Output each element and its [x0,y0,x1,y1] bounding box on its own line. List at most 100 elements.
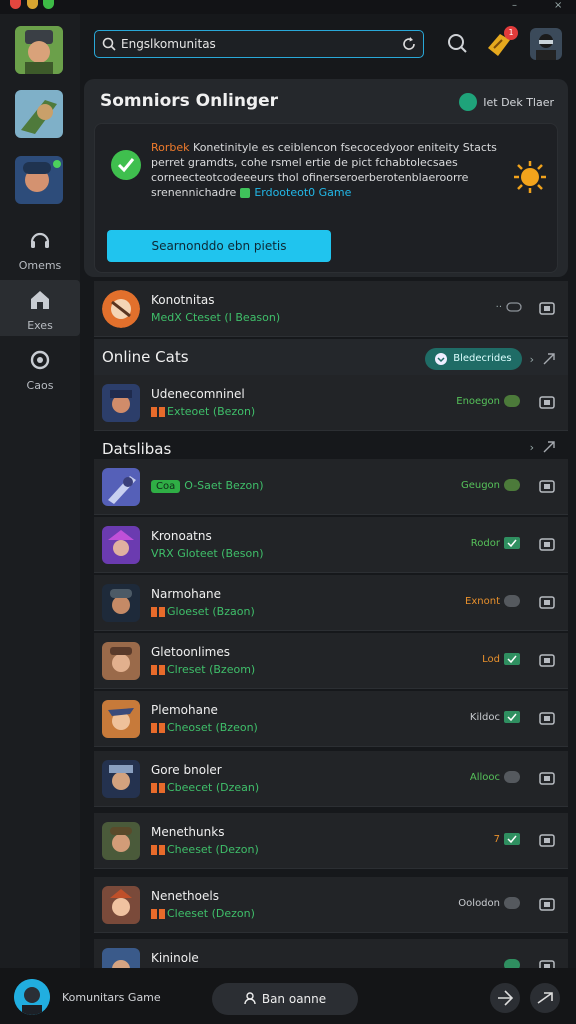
list-item[interactable]: Gore bnoler Cbeecet (Dzean) Allooc [94,751,568,807]
expand-icon[interactable]: › [530,353,534,366]
minimize-window-dot[interactable] [27,0,38,9]
item-subtitle-text: Cheoset (Bzeon) [167,721,258,734]
join-icon[interactable] [538,769,556,787]
section-title: Online Cats [102,348,189,366]
minimize-button[interactable]: – [512,0,517,12]
join-icon[interactable] [538,393,556,411]
join-icon[interactable] [538,535,556,553]
header: Engslkomunitas 1 [80,14,576,74]
refresh-icon[interactable] [401,36,417,52]
filter-pill-button[interactable]: Bledecrides [425,348,522,370]
list-item[interactable]: Menethunks Cheeset (Dezon) 7 [94,813,568,869]
join-icon[interactable] [538,709,556,727]
status-card: Somniors Onlinger Iet Dek Tlaer Rorbek K… [84,79,568,277]
status-text: Geugon [460,479,500,491]
status-text: Kildoc [469,711,500,723]
list-item[interactable]: Udenecomninel Exteoet (Bezon) Enoegon [94,375,568,431]
rank-tag [159,783,165,793]
home-icon [31,291,49,309]
more-icon: ·· [495,301,502,313]
footer-action-button[interactable]: Ban oanne [212,983,358,1015]
list-item[interactable]: Nenethoels Cleeset (Dezon) Oolodon [94,877,568,933]
list-item[interactable]: Kininole [94,939,568,968]
rank-tag [159,607,165,617]
item-subtitle-text: O-Saet Bezon) [184,479,264,492]
check-circle-icon [111,150,141,180]
sun-icon [514,161,546,193]
card-link[interactable]: Erdooteot0 Game [254,186,351,199]
avatar [102,760,140,798]
toggle-icon [459,93,478,111]
status-chip [504,959,520,968]
status-chip [504,897,520,909]
list-item[interactable]: Coa O-Saet Bezon) Geugon [94,459,568,515]
character-portrait-icon [15,90,63,138]
footer: Komunitars Game Ban oanne [0,968,576,1024]
character-portrait-icon [102,584,140,622]
character-portrait-icon [15,156,63,204]
item-subtitle: VRX Gloteet (Beson) [151,547,264,560]
item-subtitle-text: Cbeecet (Dzean) [167,781,260,794]
item-subtitle: Gloeset (Bzaon) [151,605,255,618]
close-window-dot[interactable] [10,0,21,9]
status-text: Enoegon [456,395,500,407]
arrow-icon[interactable] [542,440,556,454]
expand-icon[interactable]: › [530,441,534,454]
close-button[interactable]: × [554,0,562,12]
list-item[interactable]: Plemohane Cheoset (Bzeon) Kildoc [94,691,568,747]
item-status: Lod [482,653,520,665]
list-item[interactable]: Konotnitas MedX Cteset (I Beason) ·· [94,281,568,337]
sidebar-item-omems[interactable]: Omems [0,220,80,276]
arrow-icon[interactable] [542,352,556,366]
character-portrait-icon [102,700,140,738]
user-avatar[interactable] [14,979,50,1015]
notification-badge: 1 [504,26,518,40]
avatar [102,948,140,968]
plane-button[interactable] [490,983,520,1013]
list-item[interactable]: Gletoonlimes Clreset (Bzeom) Lod [94,633,568,689]
join-icon[interactable] [538,593,556,611]
join-icon[interactable] [538,831,556,849]
item-status: Oolodon [458,897,520,909]
join-icon[interactable] [538,477,556,495]
avatar [102,642,140,680]
game-avatar-3[interactable] [15,156,63,204]
item-name: Konotnitas [151,293,215,307]
maximize-window-dot[interactable] [43,0,54,9]
card-body: Rorbek Konetinityle es ceiblencon fsecoc… [94,123,558,273]
game-avatar-2[interactable] [15,90,63,138]
send-button[interactable] [530,983,560,1013]
primary-action-button[interactable]: Searnonddo ebn pietis [107,230,331,262]
character-portrait-icon [102,384,140,422]
user-icon [244,992,256,1005]
search-value: Engslkomunitas [121,37,216,51]
game-avatar-1[interactable] [15,26,63,74]
character-portrait-icon [102,468,140,506]
sidebar-item-exes[interactable]: Exes [0,280,80,336]
item-subtitle: Cheoset (Bzeon) [151,721,258,734]
item-status: Rodor [471,537,520,549]
character-portrait-icon [102,948,140,968]
join-icon[interactable] [538,957,556,968]
join-icon[interactable] [538,299,556,317]
pill-label: Bledecrides [453,353,512,364]
item-name: Plemohane [151,703,218,717]
card-toggle[interactable]: Iet Dek Tlaer [459,93,554,111]
item-name: Gletoonlimes [151,645,231,659]
rank-tag [159,665,165,675]
rewards-button[interactable]: 1 [484,26,518,60]
character-portrait-icon [102,290,140,328]
section-actions: › [530,440,556,454]
list-item[interactable]: Narmohane Gloeset (Bzaon) Exnont [94,575,568,631]
item-status [504,959,520,968]
search-input[interactable]: Engslkomunitas [94,30,424,58]
list-item[interactable]: Kronoatns VRX Gloteet (Beson) Rodor [94,517,568,573]
profile-avatar[interactable] [530,28,562,60]
join-icon[interactable] [538,895,556,913]
card-description: Rorbek Konetinityle es ceiblencon fsecoc… [151,140,501,200]
search-icon[interactable] [442,28,474,60]
join-icon[interactable] [538,651,556,669]
avatar [102,384,140,422]
status-text: Rodor [470,537,500,549]
sidebar-item-caos[interactable]: Caos [0,340,80,396]
